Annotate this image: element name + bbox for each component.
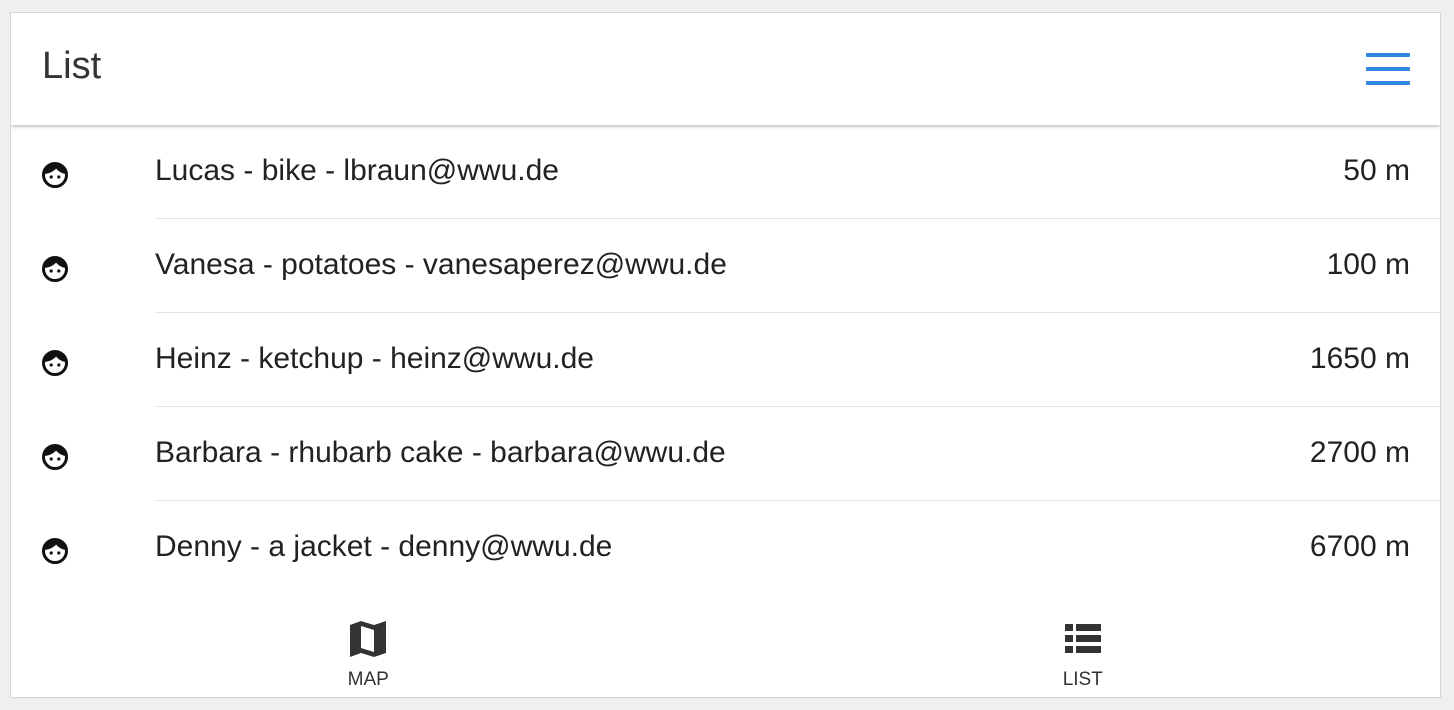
header-bar: List <box>11 13 1440 125</box>
list-item-label: Lucas - bike - lbraun@wwu.de <box>155 154 559 187</box>
people-list: Lucas - bike - lbraun@wwu.de 50 m Vanesa… <box>11 125 1440 595</box>
list-item[interactable]: Heinz - ketchup - heinz@wwu.de 1650 m <box>11 313 1440 407</box>
tab-list[interactable]: LIST <box>726 603 1441 697</box>
list-item[interactable]: Vanesa - potatoes - vanesaperez@wwu.de 1… <box>11 219 1440 313</box>
list-item-label: Barbara - rhubarb cake - barbara@wwu.de <box>155 436 726 469</box>
list-item-distance: 100 m <box>1326 248 1410 281</box>
list-icon <box>1064 624 1101 653</box>
face-icon <box>42 350 68 376</box>
tab-list-label: LIST <box>1062 669 1103 690</box>
list-item-label: Heinz - ketchup - heinz@wwu.de <box>155 342 594 375</box>
list-item-label: Vanesa - potatoes - vanesaperez@wwu.de <box>155 248 727 281</box>
face-icon <box>42 162 68 188</box>
bottom-tab-bar: MAP LIST <box>11 603 1441 697</box>
page-title: List <box>42 45 102 87</box>
list-item[interactable]: Lucas - bike - lbraun@wwu.de 50 m <box>11 125 1440 219</box>
list-item-distance: 2700 m <box>1309 436 1410 469</box>
tab-map-label: MAP <box>347 669 389 690</box>
list-item-distance: 6700 m <box>1309 530 1410 563</box>
tab-map[interactable]: MAP <box>11 603 726 697</box>
list-item[interactable]: Barbara - rhubarb cake - barbara@wwu.de … <box>11 407 1440 501</box>
face-icon <box>42 444 68 470</box>
hamburger-menu-icon[interactable] <box>1366 53 1410 85</box>
list-item-distance: 50 m <box>1343 154 1410 187</box>
map-icon <box>350 621 387 657</box>
face-icon <box>42 538 68 564</box>
list-item[interactable]: Denny - a jacket - denny@wwu.de 6700 m <box>11 501 1440 595</box>
list-item-label: Denny - a jacket - denny@wwu.de <box>155 530 613 563</box>
app-window: List Lucas - bike - lbraun@wwu.de 50 m V… <box>10 12 1441 698</box>
face-icon <box>42 256 68 282</box>
list-item-distance: 1650 m <box>1309 342 1410 375</box>
